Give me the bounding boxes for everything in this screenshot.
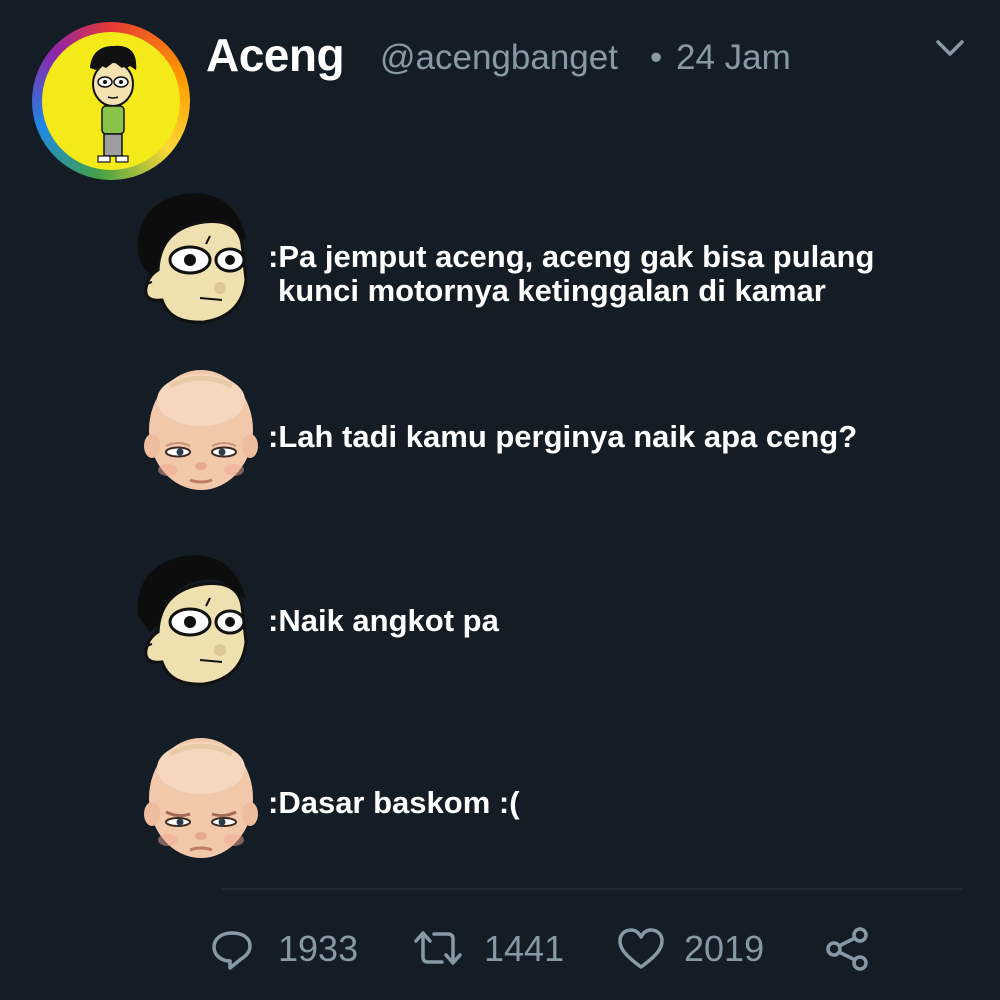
separator-dot: • <box>650 38 663 77</box>
heart-icon[interactable] <box>616 925 666 973</box>
avatar-cartoon-figure <box>90 45 137 163</box>
tweet-timestamp[interactable]: 24 Jam <box>676 38 791 78</box>
message-aceng-2: :Naik angkot pa <box>268 604 499 638</box>
message-line: :Dasar baskom :( <box>268 785 520 820</box>
message-baby-1: :Lah tadi kamu perginya naik apa ceng? <box>268 420 857 454</box>
like-count: 2019 <box>684 928 765 969</box>
baby-face-icon <box>144 738 258 858</box>
divider <box>222 888 962 890</box>
message-line: kunci motornya ketinggalan di kamar <box>278 273 826 308</box>
user-handle[interactable]: @acengbanget <box>380 38 618 78</box>
share-icon[interactable] <box>822 925 872 973</box>
reply-icon[interactable] <box>208 925 256 973</box>
profile-avatar[interactable] <box>32 22 190 180</box>
message-line: :Naik angkot pa <box>268 603 499 638</box>
tweet-card: Aceng @acengbanget • 24 Jam :Pa jemput a… <box>0 0 1000 1000</box>
display-name[interactable]: Aceng <box>206 28 345 82</box>
baby-face-icon <box>144 370 258 490</box>
message-aceng-1: :Pa jemput aceng, aceng gak bisa pulang … <box>268 240 874 308</box>
message-line: :Pa jemput aceng, aceng gak bisa pulang <box>268 239 875 274</box>
reply-count: 1933 <box>278 928 359 969</box>
retweet-icon[interactable] <box>410 925 466 973</box>
retweet-count: 1441 <box>484 928 565 969</box>
message-baby-2: :Dasar baskom :( <box>268 786 520 820</box>
chevron-down-icon[interactable] <box>930 36 970 62</box>
aceng-face-icon <box>137 555 248 686</box>
aceng-face-icon <box>137 193 248 324</box>
message-line: :Lah tadi kamu perginya naik apa ceng? <box>268 419 858 454</box>
